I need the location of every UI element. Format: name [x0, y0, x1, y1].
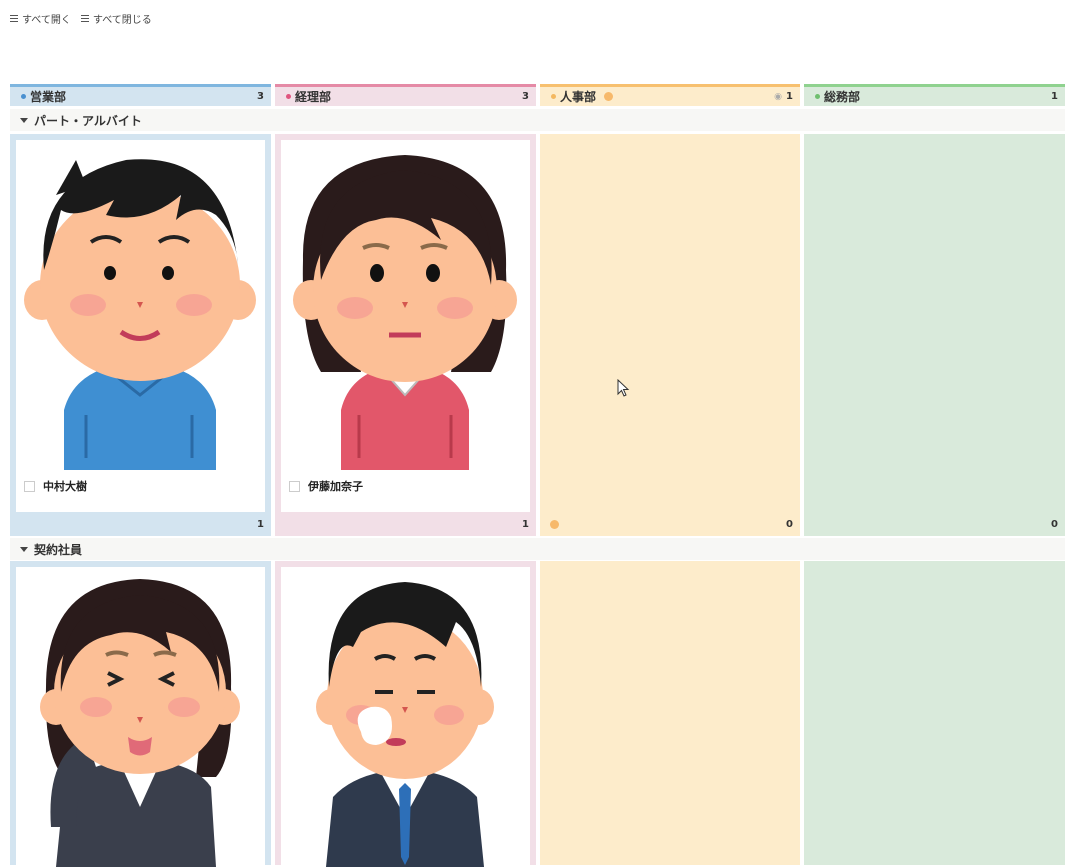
column-count-value: 1: [786, 91, 793, 102]
cell-count: 1: [257, 519, 264, 530]
column-count: ◉ 1: [774, 91, 793, 102]
board-cell[interactable]: [540, 561, 800, 865]
column-header-sales[interactable]: 営業部 3: [10, 84, 271, 106]
list-icon: [10, 15, 18, 22]
wip-limit-icon: [550, 520, 559, 529]
collapse-all-button[interactable]: すべて閉じる: [80, 11, 152, 26]
collapse-all-label: すべて閉じる: [92, 15, 152, 26]
list-icon: [80, 15, 89, 22]
card-name: 伊藤加奈子: [308, 480, 363, 493]
column-header-accounting[interactable]: 経理部 3: [275, 84, 536, 106]
cell-count: 0: [1051, 519, 1058, 530]
column-name: 営業部: [30, 90, 67, 104]
caret-down-icon[interactable]: [20, 546, 28, 552]
swimlane-header[interactable]: パート・アルバイト: [10, 109, 1065, 131]
column-name: 経理部: [295, 90, 332, 104]
card-checkbox[interactable]: [24, 480, 35, 492]
kanban-card[interactable]: 中村大樹: [16, 140, 265, 512]
caret-down-icon[interactable]: [20, 117, 28, 123]
board-cell[interactable]: 中村大樹 1: [10, 134, 271, 536]
expand-all-label: すべて開く: [22, 15, 71, 26]
man-suit-avatar: [316, 582, 494, 867]
board-cell[interactable]: 0: [540, 134, 800, 536]
swimlane-name: 契約社員: [34, 542, 83, 557]
board-cell[interactable]: [10, 561, 271, 867]
board-cell[interactable]: 0: [804, 134, 1065, 536]
girl-avatar: [293, 155, 517, 470]
woman-suit-avatar: [40, 579, 240, 867]
kanban-card[interactable]: 伊藤加奈子: [281, 140, 530, 512]
board-cell[interactable]: [804, 561, 1065, 865]
cell-count: 1: [522, 519, 529, 530]
board-cell[interactable]: 伊藤加奈子 1: [275, 134, 536, 536]
toolbar: すべて開く すべて閉じる: [10, 11, 152, 26]
card-title: 中村大樹: [24, 478, 87, 494]
swimlane-name: パート・アルバイト: [34, 113, 142, 128]
cell-count: 0: [786, 519, 793, 530]
column-color-dot: [815, 94, 820, 99]
kanban-card[interactable]: [16, 567, 265, 867]
expand-all-button[interactable]: すべて開く: [10, 11, 71, 26]
wip-limit-icon[interactable]: [604, 92, 614, 101]
boy-avatar: [24, 159, 256, 470]
mouse-cursor-icon: [617, 379, 630, 397]
column-header-general-affairs[interactable]: 総務部 1: [804, 84, 1065, 106]
card-title: 伊藤加奈子: [289, 478, 363, 494]
card-name: 中村大樹: [43, 480, 87, 493]
column-name: 人事部: [560, 90, 597, 104]
eye-icon[interactable]: ◉: [774, 92, 782, 102]
column-count: 3: [257, 91, 264, 102]
kanban-card[interactable]: [281, 567, 530, 867]
column-name: 総務部: [824, 90, 861, 104]
swimlane-header[interactable]: 契約社員: [10, 538, 1065, 560]
column-count: 1: [1051, 91, 1058, 102]
column-color-dot: [21, 94, 26, 99]
column-header-hr[interactable]: 人事部 ◉ 1: [540, 84, 800, 106]
column-color-dot: [551, 94, 556, 99]
board-cell[interactable]: [275, 561, 536, 867]
column-count: 3: [522, 91, 529, 102]
column-color-dot: [286, 94, 291, 99]
card-checkbox[interactable]: [289, 480, 300, 492]
